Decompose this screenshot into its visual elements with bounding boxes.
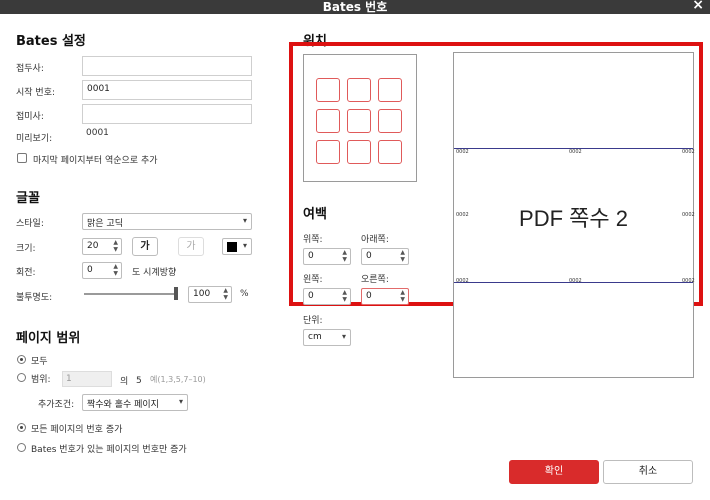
position-middle-center[interactable] <box>347 109 371 133</box>
reverse-order-checkbox[interactable] <box>17 153 27 163</box>
font-size-stepper[interactable]: 20 ▲ ▼ <box>82 238 122 255</box>
start-number-label: 시작 번호: <box>16 88 56 98</box>
position-grid <box>303 54 417 182</box>
position-top-center[interactable] <box>347 78 371 102</box>
opacity-value: 100 <box>193 289 211 299</box>
opacity-slider-thumb[interactable] <box>174 287 178 300</box>
margin-top-label: 위쪽: <box>303 235 323 245</box>
rotation-label: 회전: <box>16 268 36 278</box>
range-total: 5 <box>136 376 142 386</box>
suffix-input[interactable] <box>82 104 252 124</box>
position-bottom-center[interactable] <box>347 140 371 164</box>
reverse-order-label: 마지막 페이지부터 역순으로 추가 <box>33 156 158 166</box>
margin-bottom-stepper[interactable]: 0 ▲ ▼ <box>361 248 409 265</box>
ok-button[interactable]: 확인 <box>509 460 599 484</box>
font-size-label: 크기: <box>16 244 36 254</box>
increment-all-radio[interactable] <box>17 423 26 432</box>
rotation-value: 0 <box>87 265 93 275</box>
position-middle-left[interactable] <box>316 109 340 133</box>
page-range-heading: 페이지 범위 <box>16 331 81 346</box>
position-top-right[interactable] <box>378 78 402 102</box>
margin-right-label: 오른쪽: <box>361 275 389 285</box>
range-all-label: 모두 <box>31 357 48 367</box>
stamp-bottom-left: 0002 <box>456 278 469 284</box>
percent-sign: % <box>240 289 249 299</box>
range-custom-label: 범위: <box>31 375 51 385</box>
range-custom-radio[interactable] <box>17 373 26 382</box>
font-style-label: 스타일: <box>16 219 44 229</box>
stamp-top-center: 0002 <box>569 149 582 155</box>
prefix-label: 접두사: <box>16 64 44 74</box>
chevron-down-icon: ▾ <box>242 216 247 225</box>
stamp-bottom-right: 0002 <box>682 278 695 284</box>
stamp-top-right: 0002 <box>682 149 695 155</box>
position-bottom-left[interactable] <box>316 140 340 164</box>
preview-page-text: PDF 쪽수 2 <box>519 206 628 231</box>
margin-top-value: 0 <box>308 251 314 261</box>
unit-select[interactable]: cm ▾ <box>303 329 351 346</box>
font-heading: 글꼴 <box>16 191 40 206</box>
margin-bottom-value: 0 <box>366 251 372 261</box>
font-style-select[interactable]: 맑은 고딕 ▾ <box>82 213 252 230</box>
start-number-input[interactable]: 0001 <box>82 80 252 100</box>
increment-bates-label: Bates 번호가 있는 페이지의 번호만 증가 <box>31 445 187 455</box>
unit-label: 단위: <box>303 316 323 326</box>
margin-left-label: 왼쪽: <box>303 275 323 285</box>
position-top-left[interactable] <box>316 78 340 102</box>
stepper-arrows-icon[interactable]: ▲ ▼ <box>113 263 118 277</box>
condition-select[interactable]: 짝수와 홀수 페이지 ▾ <box>82 394 188 411</box>
margin-left-stepper[interactable]: 0 ▲ ▼ <box>303 288 351 305</box>
stepper-arrows-icon[interactable]: ▲ ▼ <box>342 249 347 263</box>
increment-bates-radio[interactable] <box>17 443 26 452</box>
position-bottom-right[interactable] <box>378 140 402 164</box>
chevron-down-icon: ▾ <box>341 332 346 341</box>
window-title: Bates 번호 <box>322 0 388 14</box>
prefix-input[interactable] <box>82 56 252 76</box>
opacity-slider-track[interactable] <box>84 293 178 295</box>
color-swatch <box>227 242 237 252</box>
range-input[interactable]: 1 <box>62 371 112 387</box>
opacity-stepper[interactable]: 100 ▲ ▼ <box>188 286 232 303</box>
range-all-radio[interactable] <box>17 355 26 364</box>
increment-all-label: 모든 페이지의 번호 증가 <box>31 425 123 435</box>
page-preview: 0002 0002 0002 0002 0002 0002 0002 0002 … <box>453 52 695 378</box>
stepper-arrows-icon[interactable]: ▲ ▼ <box>400 289 405 303</box>
condition-label: 추가조건: <box>38 400 75 410</box>
stamp-bottom-center: 0002 <box>569 278 582 284</box>
margin-right-value: 0 <box>366 291 372 301</box>
font-size-value: 20 <box>87 241 99 251</box>
bold-button[interactable]: 가 <box>132 237 158 256</box>
close-icon[interactable]: × <box>692 0 704 13</box>
margin-bottom-label: 아래쪽: <box>361 235 389 245</box>
preview-label: 미리보기: <box>16 134 53 144</box>
preview-value: 0001 <box>86 128 109 138</box>
cancel-button[interactable]: 취소 <box>603 460 693 484</box>
chevron-down-icon: ▾ <box>242 241 247 250</box>
stepper-arrows-icon[interactable]: ▲ ▼ <box>113 239 118 253</box>
rotation-stepper[interactable]: 0 ▲ ▼ <box>82 262 122 279</box>
font-style-value: 맑은 고딕 <box>87 219 123 229</box>
title-bar: Bates 번호 × <box>0 0 710 14</box>
range-example: 예(1,3,5,7–10) <box>150 375 206 384</box>
margin-right-stepper[interactable]: 0 ▲ ▼ <box>361 288 409 305</box>
opacity-label: 불투명도: <box>16 293 53 303</box>
range-of-label: 의 <box>120 377 129 387</box>
clockwise-label: 도 시계방향 <box>132 268 177 278</box>
font-color-picker[interactable]: ▾ <box>222 238 252 255</box>
margin-heading: 여백 <box>303 207 327 222</box>
bates-settings-heading: Bates 설정 <box>16 34 86 49</box>
suffix-label: 접미사: <box>16 112 44 122</box>
stepper-arrows-icon[interactable]: ▲ ▼ <box>400 249 405 263</box>
stepper-arrows-icon[interactable]: ▲ ▼ <box>223 287 228 301</box>
margin-left-value: 0 <box>308 291 314 301</box>
stepper-arrows-icon[interactable]: ▲ ▼ <box>342 289 347 303</box>
italic-button[interactable]: 가 <box>178 237 204 256</box>
unit-value: cm <box>308 332 322 342</box>
margin-top-stepper[interactable]: 0 ▲ ▼ <box>303 248 351 265</box>
position-middle-right[interactable] <box>378 109 402 133</box>
condition-value: 짝수와 홀수 페이지 <box>87 400 159 410</box>
chevron-down-icon: ▾ <box>178 397 183 406</box>
stamp-top-left: 0002 <box>456 149 469 155</box>
